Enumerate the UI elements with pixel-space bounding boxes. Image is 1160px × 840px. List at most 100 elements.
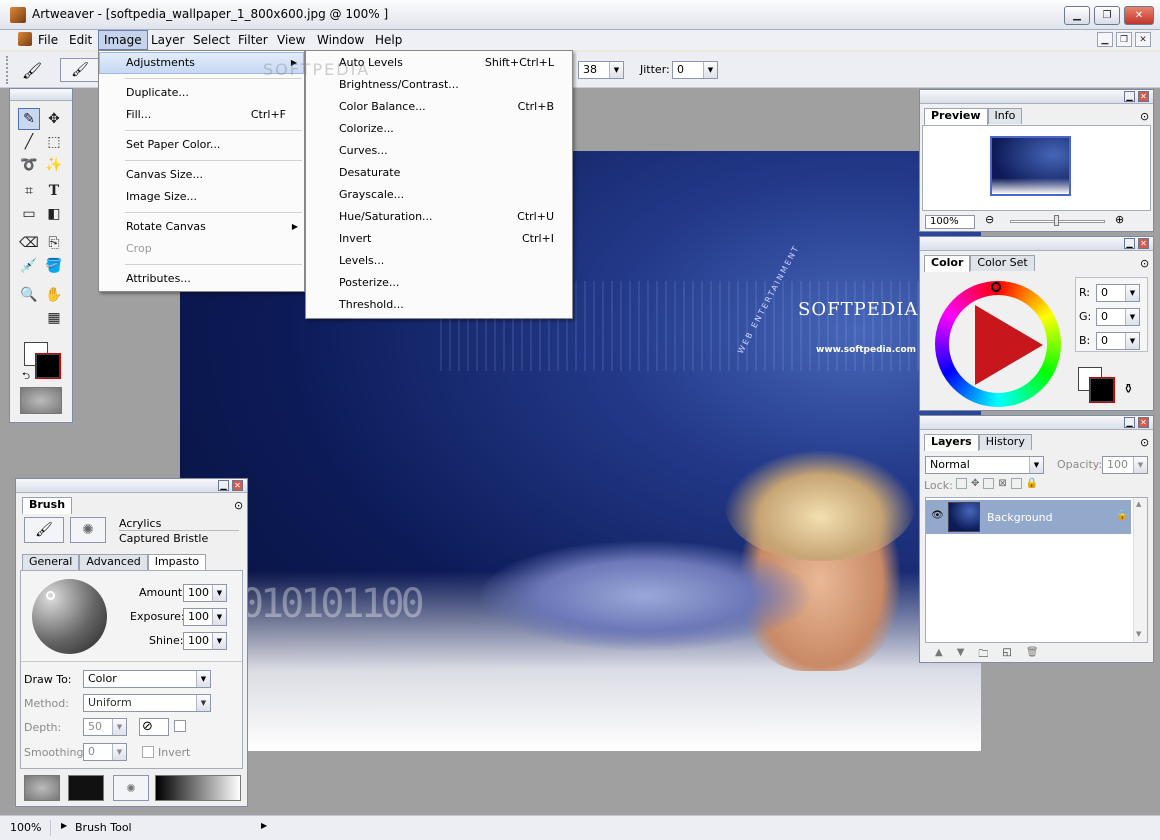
close-button[interactable]: ✕ (1124, 6, 1154, 25)
app-icon[interactable] (10, 7, 26, 23)
menu-item-image-size[interactable]: Image Size... (99, 186, 304, 208)
menu-item-colorize[interactable]: Colorize... (306, 118, 572, 140)
menu-item-desaturate[interactable]: Desaturate (306, 162, 572, 184)
doc-restore-button[interactable]: ❐ (1116, 32, 1132, 47)
menu-item-fill[interactable]: Fill... Ctrl+F (99, 104, 304, 126)
color-triangle[interactable] (975, 305, 1043, 385)
opacity-field[interactable]: 100 ▼ (1102, 456, 1148, 474)
gradient-swatch[interactable] (155, 775, 241, 801)
hue-handle[interactable] (991, 282, 1001, 292)
menu-item-curves[interactable]: Curves... (306, 140, 572, 162)
light-handle[interactable] (46, 591, 55, 600)
tab-impasto[interactable]: Impasto (147, 554, 207, 571)
menu-item-levels[interactable]: Levels... (306, 250, 572, 272)
grid-tool-icon[interactable]: ▦ (43, 307, 65, 329)
menu-image[interactable]: Image (98, 30, 148, 50)
brush-preset-icon[interactable]: 🖌 (20, 58, 44, 82)
panel-options-icon[interactable]: ⊙ (1140, 436, 1149, 449)
tab-brush[interactable]: Brush (22, 497, 73, 514)
shape-tool-icon[interactable]: ▭ (18, 203, 40, 225)
paint-bucket-icon[interactable]: 🪣 (43, 255, 65, 277)
zoom-out-icon[interactable]: ⊖ (985, 213, 994, 226)
status-menu-arrow-icon[interactable]: ▶ (261, 821, 267, 830)
lock-transparency-checkbox[interactable] (956, 478, 967, 489)
panel-minimize-button[interactable]: ▁ (218, 480, 229, 491)
invert-checkbox[interactable] (142, 746, 154, 758)
menu-item-invert[interactable]: Invert Ctrl+I (306, 228, 572, 250)
paper-texture-swatch[interactable] (24, 775, 60, 801)
lock-all-checkbox[interactable] (1010, 478, 1022, 489)
lock-position-checkbox[interactable] (983, 478, 995, 489)
pattern-swatch[interactable] (68, 775, 104, 801)
tab-history[interactable]: History (978, 434, 1032, 450)
nozzle-swatch[interactable]: ✺ (113, 775, 149, 801)
tab-color-set[interactable]: Color Set (970, 255, 1035, 271)
move-tool-icon[interactable]: ✥ (43, 108, 65, 130)
magic-wand-icon[interactable]: ✨ (43, 154, 65, 176)
doc-minimize-button[interactable]: ▁ (1097, 32, 1113, 47)
maximize-button[interactable]: ❐ (1094, 6, 1120, 25)
panel-close-button[interactable]: ✕ (232, 480, 243, 491)
color-secondary-swatch[interactable] (1089, 377, 1115, 403)
tab-preview[interactable]: Preview (924, 108, 988, 125)
draw-to-select[interactable]: Color ▼ (83, 670, 211, 688)
menu-window[interactable]: Window (312, 30, 369, 50)
exposure-field[interactable]: 100 ▼ (183, 608, 227, 626)
preview-zoom-field[interactable]: 100% (925, 215, 975, 229)
color-wheel[interactable] (935, 281, 1061, 407)
menu-item-grayscale[interactable]: Grayscale... (306, 184, 572, 206)
tab-general[interactable]: General (22, 554, 80, 570)
crop-tool-icon[interactable]: ⌗ (18, 180, 40, 202)
layers-scrollbar[interactable]: ▲ ▼ (1133, 498, 1147, 642)
shine-field[interactable]: 100 ▼ (183, 632, 227, 650)
layer-row-background[interactable]: 👁 Background 🔒 (926, 500, 1131, 534)
panel-minimize-button[interactable]: ▁ (1124, 91, 1135, 102)
chevron-down-icon[interactable]: ▼ (609, 62, 623, 78)
hand-tool-icon[interactable]: ✋ (43, 284, 65, 306)
r-field[interactable]: 0 ▼ (1096, 284, 1140, 302)
eraser-tool-icon[interactable]: ⌫ (18, 232, 40, 254)
smoothing-field[interactable]: 0 ▼ (83, 743, 127, 761)
move-layer-up-icon[interactable]: ▲ (935, 647, 943, 664)
secondary-color-swatch[interactable] (35, 353, 61, 379)
light-direction-sphere[interactable] (32, 579, 107, 654)
text-tool-icon[interactable]: T (43, 180, 65, 202)
tab-advanced[interactable]: Advanced (79, 554, 148, 570)
swap-colors-icon[interactable]: ⮌ (22, 369, 30, 386)
minimize-button[interactable]: ▁ (1064, 6, 1090, 25)
panel-options-icon[interactable]: ⊙ (1140, 110, 1149, 123)
tab-info[interactable]: Info (987, 108, 1023, 124)
brush-variant-selector[interactable]: ✺ (70, 517, 106, 543)
new-layer-icon[interactable]: ◱ (1002, 647, 1011, 664)
rectangle-select-icon[interactable]: ⬚ (43, 131, 65, 153)
size-combo[interactable]: 38 ▼ (578, 61, 624, 79)
menu-item-canvas-size[interactable]: Canvas Size... (99, 164, 304, 186)
zoom-slider-thumb[interactable] (1054, 215, 1059, 226)
panel-close-button[interactable]: ✕ (1138, 91, 1149, 102)
menu-edit[interactable]: Edit (64, 30, 97, 50)
menu-item-hue-saturation[interactable]: Hue/Saturation... Ctrl+U (306, 206, 572, 228)
menu-view[interactable]: View (272, 30, 310, 50)
zoom-tool-icon[interactable]: 🔍 (18, 284, 40, 306)
menu-item-attributes[interactable]: Attributes... (99, 268, 304, 290)
menu-select[interactable]: Select (188, 30, 235, 50)
panel-close-button[interactable]: ✕ (1138, 417, 1149, 428)
g-field[interactable]: 0 ▼ (1096, 308, 1140, 326)
brush-tool-icon[interactable]: ✎ (18, 108, 40, 130)
brush-variant-picker[interactable]: 🖌 (60, 58, 100, 82)
tab-layers[interactable]: Layers (924, 434, 979, 451)
depth-swatch[interactable] (174, 720, 186, 732)
panel-options-icon[interactable]: ⊙ (234, 499, 243, 512)
panel-minimize-button[interactable]: ▁ (1124, 417, 1135, 428)
color-picker-icon[interactable]: ⚱ (1123, 382, 1134, 397)
menu-item-color-balance[interactable]: Color Balance... Ctrl+B (306, 96, 572, 118)
menu-item-set-paper-color[interactable]: Set Paper Color... (99, 134, 304, 156)
amount-field[interactable]: 100 ▼ (183, 584, 227, 602)
panel-close-button[interactable]: ✕ (1138, 238, 1149, 249)
method-select[interactable]: Uniform ▼ (83, 694, 211, 712)
jitter-combo[interactable]: 0 ▼ (672, 61, 718, 79)
gradient-tool-icon[interactable]: ◧ (43, 203, 65, 225)
document-icon[interactable] (18, 32, 32, 46)
menu-item-posterize[interactable]: Posterize... (306, 272, 572, 294)
clone-tool-icon[interactable]: ⎘ (43, 232, 65, 254)
